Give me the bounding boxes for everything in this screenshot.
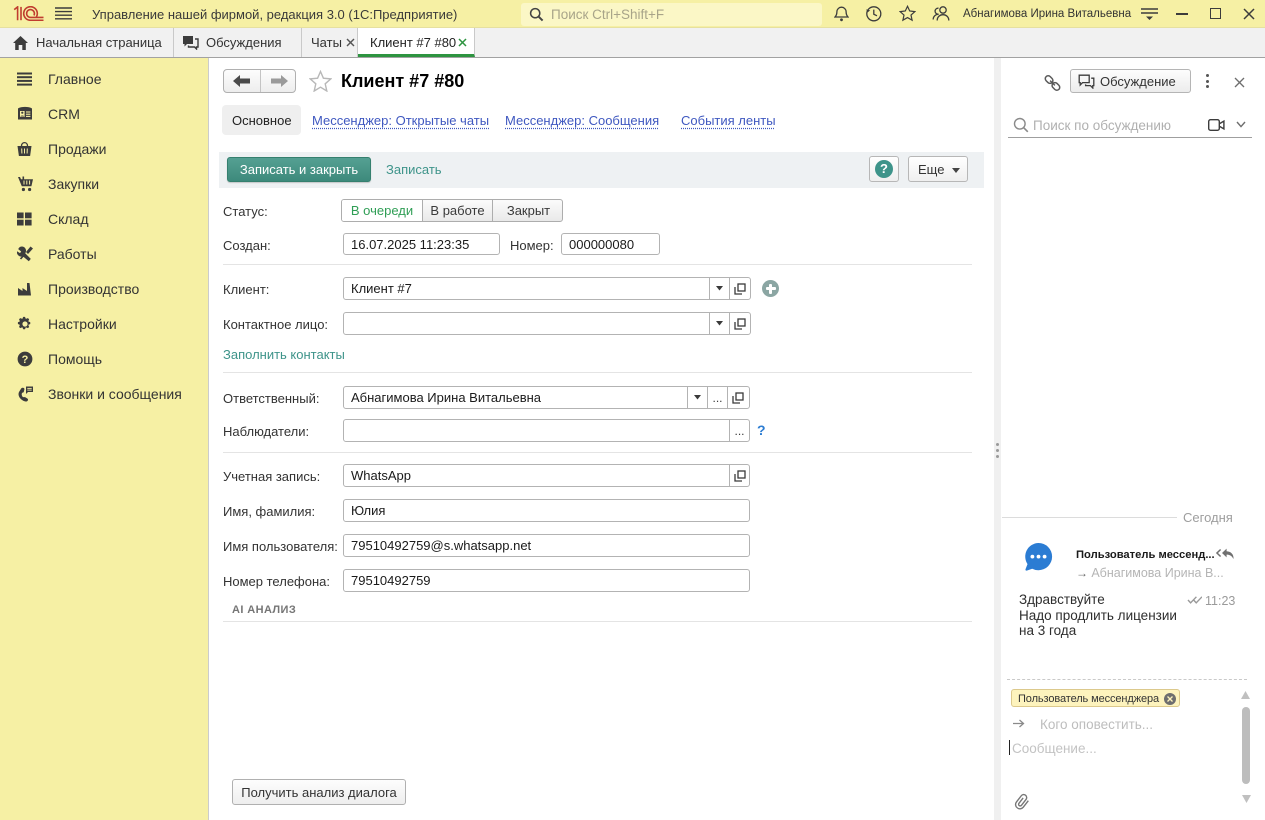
svg-text:?: ? bbox=[22, 354, 29, 366]
